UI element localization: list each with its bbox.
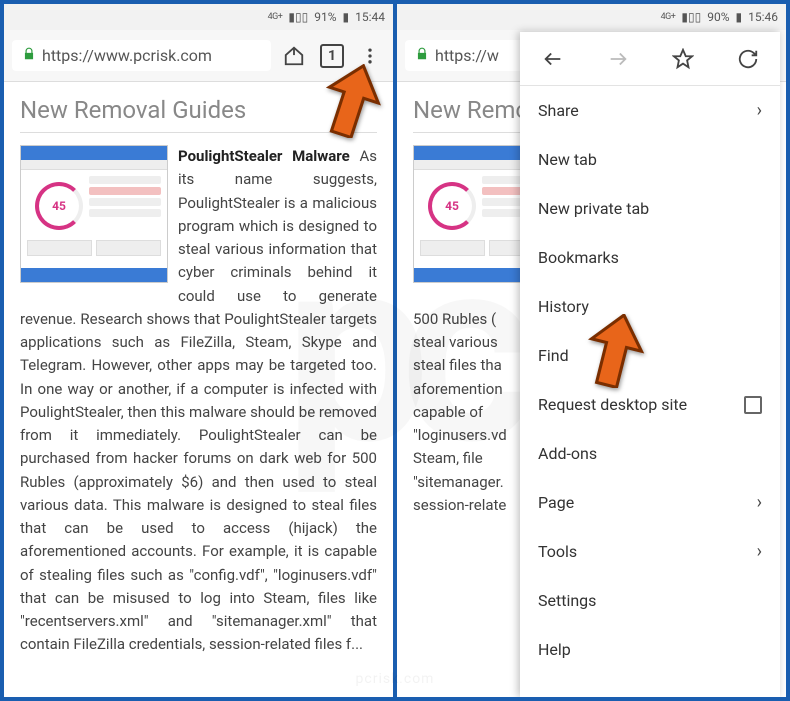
menu-item-label: Add-ons bbox=[538, 444, 597, 463]
menu-item-list: Share › New tab New private tab Bookmarks His… bbox=[520, 86, 780, 697]
url-text: https://w bbox=[435, 46, 499, 65]
right-screenshot: 4G+ ▮▯▯ 90% ▮ 15:46 https://w New Remo 4… bbox=[397, 4, 786, 697]
chevron-right-icon: › bbox=[757, 541, 762, 562]
url-field[interactable]: https://www.pcrisk.com bbox=[12, 40, 271, 71]
lock-icon bbox=[22, 47, 36, 65]
net-indicator: 4G+ bbox=[661, 12, 676, 22]
menu-nav-row bbox=[520, 32, 780, 86]
gauge-icon: 45 bbox=[35, 182, 83, 230]
signal-icon: ▮▯▯ bbox=[681, 10, 701, 24]
menu-item-label: Tools bbox=[538, 542, 577, 561]
gauge-icon: 45 bbox=[428, 182, 476, 230]
battery-percent: 91% bbox=[314, 10, 336, 24]
clock: 15:46 bbox=[748, 10, 778, 24]
menu-item-label: New private tab bbox=[538, 199, 649, 218]
menu-item-label: Find bbox=[538, 346, 569, 365]
menu-item-label: Help bbox=[538, 640, 571, 659]
menu-item-help[interactable]: Help bbox=[520, 625, 780, 674]
menu-item-label: Bookmarks bbox=[538, 248, 619, 267]
status-bar: 4G+ ▮▯▯ 91% ▮ 15:44 bbox=[4, 4, 393, 30]
menu-item-history[interactable]: History bbox=[520, 282, 780, 331]
refresh-icon[interactable] bbox=[715, 32, 780, 85]
address-bar: https://www.pcrisk.com 1 bbox=[4, 30, 393, 82]
menu-item-label: Settings bbox=[538, 591, 596, 610]
tabs-button[interactable]: 1 bbox=[317, 41, 347, 71]
battery-percent: 90% bbox=[707, 10, 729, 24]
net-indicator: 4G+ bbox=[268, 12, 283, 22]
checkbox-icon[interactable] bbox=[744, 396, 762, 414]
battery-icon: ▮ bbox=[343, 10, 350, 24]
article-title: PoulightStealer Malware bbox=[178, 147, 350, 165]
section-heading: New Removal Guides bbox=[20, 96, 377, 133]
left-screenshot: 4G+ ▮▯▯ 91% ▮ 15:44 https://www.pcrisk.c… bbox=[4, 4, 393, 697]
browser-menu: Share › New tab New private tab Bookmarks His… bbox=[520, 32, 780, 697]
article: 45 PoulightStealer Malware As its name s… bbox=[20, 145, 377, 657]
menu-item-settings[interactable]: Settings bbox=[520, 576, 780, 625]
tab-count: 1 bbox=[320, 44, 344, 68]
menu-item-page[interactable]: Page › bbox=[520, 478, 780, 527]
menu-item-label: New tab bbox=[538, 150, 597, 169]
menu-item-bookmarks[interactable]: Bookmarks bbox=[520, 233, 780, 282]
article-thumbnail: 45 bbox=[20, 145, 168, 283]
menu-icon[interactable] bbox=[355, 41, 385, 71]
lock-icon bbox=[415, 47, 429, 65]
home-icon[interactable] bbox=[279, 41, 309, 71]
menu-item-new-tab[interactable]: New tab bbox=[520, 135, 780, 184]
menu-item-label: Share bbox=[538, 101, 579, 120]
menu-item-label: History bbox=[538, 297, 589, 316]
menu-item-tools[interactable]: Tools › bbox=[520, 527, 780, 576]
bookmark-star-icon[interactable] bbox=[650, 32, 715, 85]
page-content: New Removal Guides 45 PoulightStealer bbox=[4, 82, 393, 697]
chevron-right-icon: › bbox=[757, 100, 762, 121]
menu-item-new-private-tab[interactable]: New private tab bbox=[520, 184, 780, 233]
menu-item-share[interactable]: Share › bbox=[520, 86, 780, 135]
battery-icon: ▮ bbox=[736, 10, 743, 24]
back-icon[interactable] bbox=[520, 32, 585, 85]
chevron-right-icon: › bbox=[757, 492, 762, 513]
signal-icon: ▮▯▯ bbox=[288, 10, 308, 24]
status-bar: 4G+ ▮▯▯ 90% ▮ 15:46 bbox=[397, 4, 786, 30]
forward-icon bbox=[585, 32, 650, 85]
menu-item-label: Page bbox=[538, 493, 574, 512]
url-text: https://www.pcrisk.com bbox=[42, 46, 212, 65]
menu-item-label: Request desktop site bbox=[538, 395, 687, 414]
menu-item-request-desktop-site[interactable]: Request desktop site bbox=[520, 380, 780, 429]
clock: 15:44 bbox=[355, 10, 385, 24]
menu-item-find[interactable]: Find bbox=[520, 331, 780, 380]
menu-item-add-ons[interactable]: Add-ons bbox=[520, 429, 780, 478]
